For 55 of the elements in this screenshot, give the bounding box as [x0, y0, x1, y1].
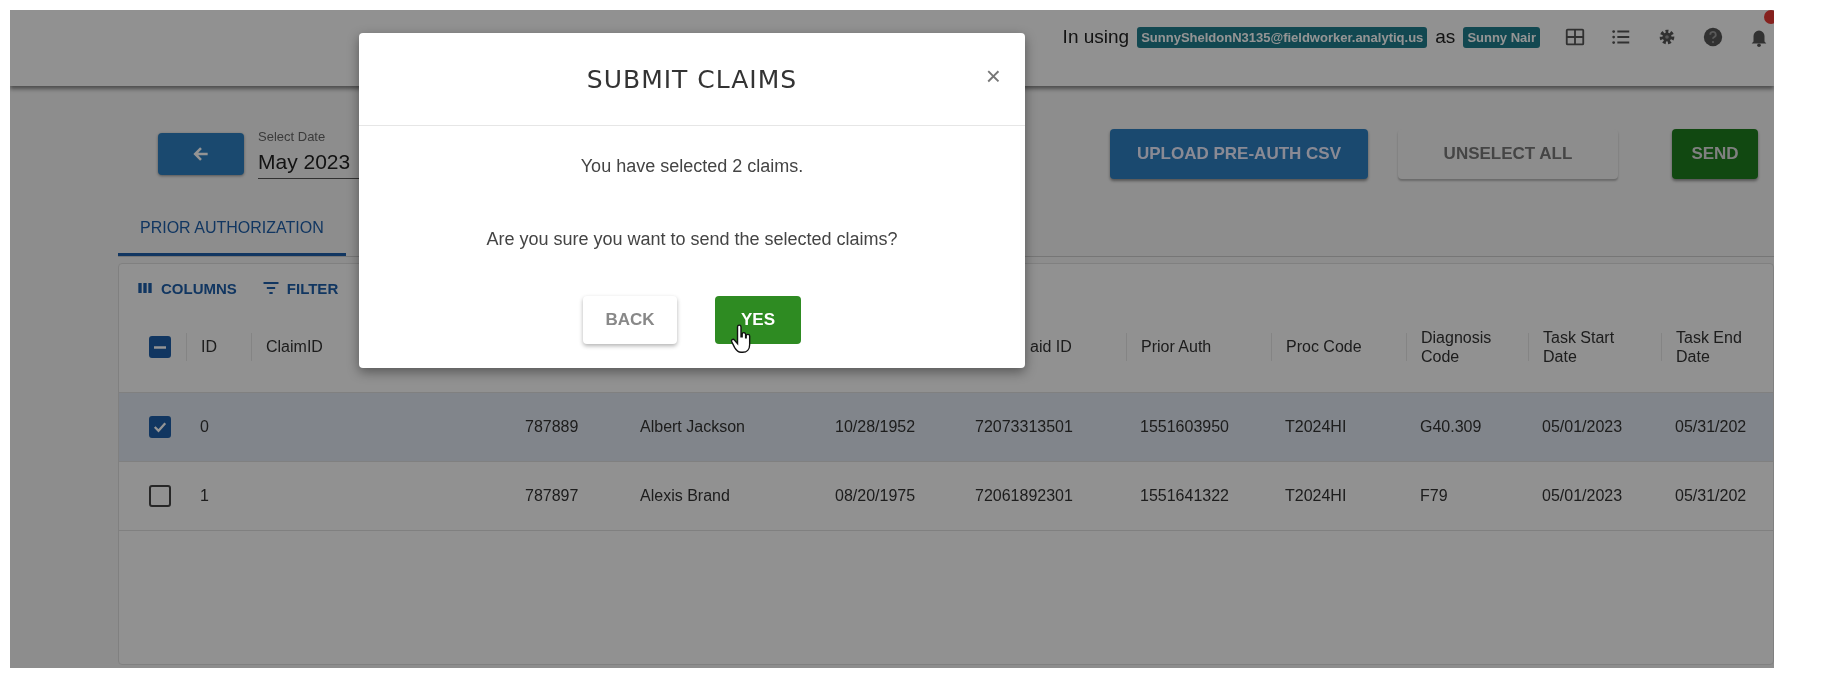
field-value: May 2023: [258, 150, 352, 174]
dialog-message: You have selected 2 claims.: [580, 156, 804, 177]
field-label: Select Date: [258, 129, 327, 144]
checkbox[interactable]: [149, 416, 171, 438]
toolbar-button[interactable]: FILTER: [256, 274, 343, 302]
table-cell: 05/31/202: [1675, 418, 1747, 436]
user-chip: Sunny Nair: [1463, 26, 1540, 48]
table-cell: 05/01/2023: [1542, 418, 1623, 436]
close-button[interactable]: ×: [981, 61, 1005, 92]
table-icon[interactable]: [1564, 26, 1586, 48]
account-chip: SunnySheldonN3135@fieldworker.analytiq.us: [1137, 26, 1428, 48]
column-header[interactable]: ID: [201, 337, 251, 357]
table-cell: Albert Jackson: [640, 418, 745, 436]
table-cell: 08/20/1975: [835, 487, 916, 505]
hand-cursor-icon: [729, 324, 753, 354]
table-cell: G40.309: [1420, 418, 1482, 436]
table-cell: 72061892301: [975, 487, 1073, 505]
checkbox[interactable]: [149, 336, 171, 358]
table-cell: 1551603950: [1140, 418, 1229, 436]
table-row[interactable]: 1 787897 Alexis Brand 08/20/1975 72061892301 1551641322 T2024HI F79 05/01/2023 05/31/202: [119, 462, 1773, 531]
table-cell: 10/28/1952: [835, 418, 916, 436]
table-cell: T2024HI: [1285, 487, 1347, 505]
action-button[interactable]: UNSELECT ALL: [1398, 129, 1618, 179]
action-button[interactable]: UPLOAD PRE-AUTH CSV: [1110, 129, 1368, 179]
column-header[interactable]: ClaimID: [266, 337, 356, 357]
table-cell: 05/31/202: [1675, 487, 1747, 505]
table-cell: 1551641322: [1140, 487, 1229, 505]
dialog-message: Are you sure you want to send the selected claims?: [486, 229, 898, 250]
column-header[interactable]: Prior Auth: [1141, 337, 1231, 357]
table-row[interactable]: 0 787889 Albert Jackson 10/28/1952 72073313501 1551603950 T2024HI G40.309 05/01/2023 05/31/202: [119, 393, 1773, 462]
table-cell: 05/01/2023: [1542, 487, 1623, 505]
checkbox[interactable]: [149, 485, 171, 507]
table-cell: 787889: [525, 418, 579, 436]
minus-icon: [154, 345, 166, 349]
toolbar-button[interactable]: COLUMNS: [131, 274, 241, 302]
column-header[interactable]: Task End Date: [1676, 327, 1766, 367]
column-header[interactable]: Task Start Date: [1543, 327, 1633, 367]
dialog-title: SUBMIT CLAIMS: [586, 64, 798, 94]
table-cell: T2024HI: [1285, 418, 1347, 436]
joiner-text: as: [1435, 26, 1456, 48]
column-header[interactable]: aid ID: [1030, 337, 1120, 357]
tab[interactable]: PRIOR AUTHORIZATION: [118, 207, 346, 256]
table-cell: 1: [200, 487, 209, 505]
column-header[interactable]: Diagnosis Code: [1421, 327, 1511, 367]
table-cell: 0: [200, 418, 209, 436]
help-icon[interactable]: [1702, 26, 1724, 48]
table-cell: F79: [1420, 487, 1448, 505]
action-button[interactable]: SEND: [1672, 129, 1758, 179]
dialog-button[interactable]: YES: [715, 296, 801, 344]
dialog-button[interactable]: BACK: [583, 296, 677, 344]
signed-in-label: In using: [1062, 26, 1130, 48]
table-cell: 787897: [525, 487, 579, 505]
column-header[interactable]: Proc Code: [1286, 337, 1376, 357]
table-cell: Alexis Brand: [640, 487, 730, 505]
table-cell: 72073313501: [975, 418, 1073, 436]
